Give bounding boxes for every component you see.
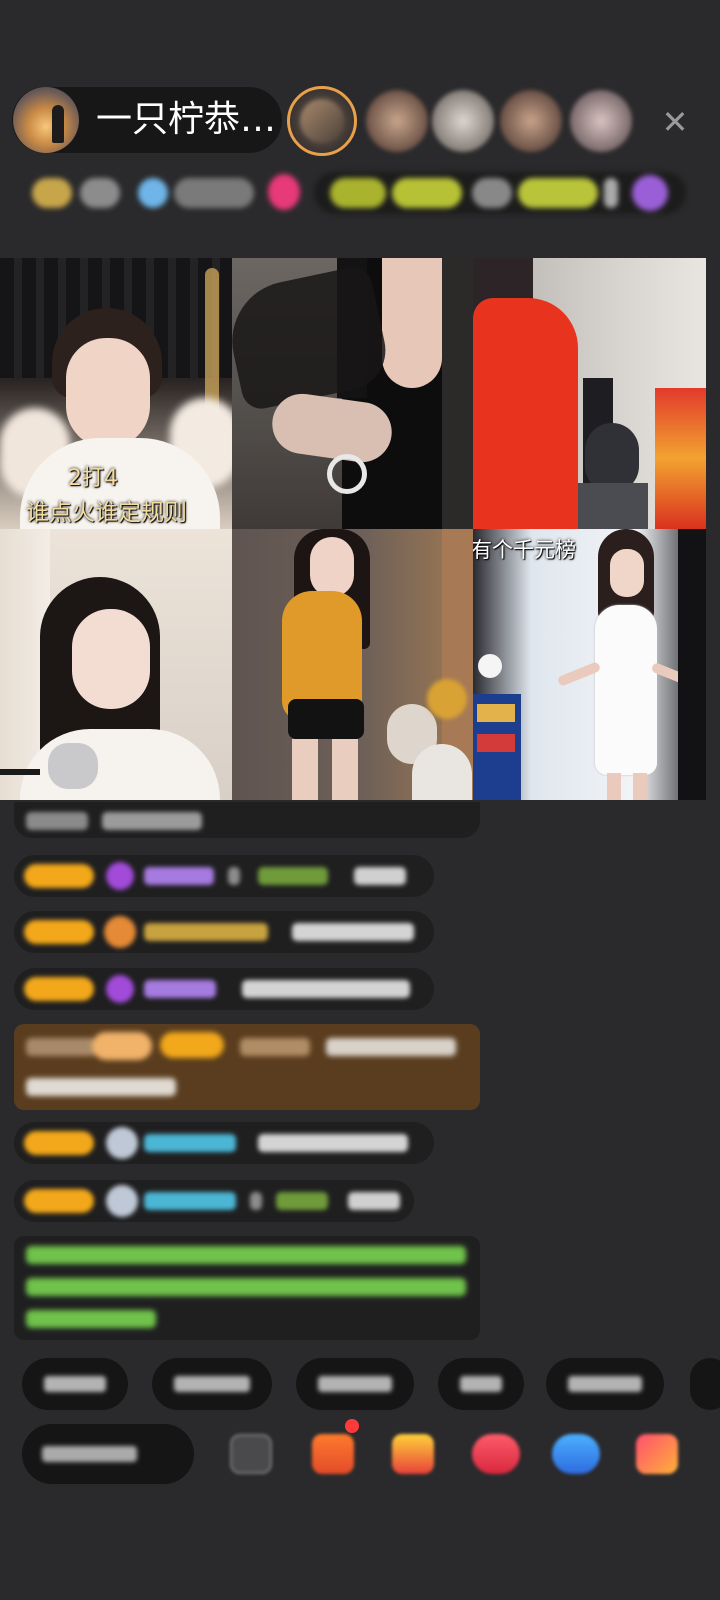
notification-dot: [345, 1419, 359, 1433]
close-icon[interactable]: ✕: [655, 102, 695, 142]
host-avatar[interactable]: [13, 87, 79, 153]
chat-message[interactable]: [14, 802, 480, 838]
video-tile-6[interactable]: 有个千元榜: [473, 529, 706, 800]
chat-message[interactable]: [14, 911, 434, 953]
more-icon[interactable]: [230, 1434, 272, 1474]
video-tile-3[interactable]: [473, 258, 706, 529]
video-tile-2[interactable]: [232, 258, 473, 529]
chat-message[interactable]: [14, 968, 434, 1010]
quick-reply-chip[interactable]: [22, 1358, 128, 1410]
grid-icon[interactable]: [636, 1434, 678, 1474]
lips-icon[interactable]: [472, 1434, 520, 1474]
gift-highlight-message[interactable]: [14, 1024, 480, 1110]
video-tile-4[interactable]: [0, 529, 232, 800]
quick-reply-chip[interactable]: [690, 1358, 720, 1410]
tile-caption-rule: 谁点火谁定规则: [26, 500, 187, 526]
chat-message[interactable]: [14, 855, 434, 897]
treasure-icon[interactable]: [392, 1434, 434, 1474]
quick-reply-chip[interactable]: [152, 1358, 272, 1410]
tile-caption-score: 2打4: [68, 466, 118, 491]
top-viewer-avatar[interactable]: [287, 86, 357, 156]
chat-input[interactable]: [22, 1424, 194, 1484]
game-icon[interactable]: [552, 1434, 600, 1474]
quick-reply-chip[interactable]: [296, 1358, 414, 1410]
video-tile-5[interactable]: [232, 529, 473, 800]
chat-message[interactable]: [14, 1180, 414, 1222]
chat-message[interactable]: [14, 1122, 434, 1164]
video-tile-1[interactable]: 2打4 谁点火谁定规则: [0, 258, 232, 529]
viewer-avatar[interactable]: [366, 90, 428, 152]
gift-box-icon[interactable]: [312, 1434, 354, 1474]
host-name[interactable]: 一只柠恭…: [96, 98, 276, 142]
multi-guest-video-grid: 2打4 谁点火谁定规则 有个千元榜: [0, 258, 706, 800]
viewer-avatar[interactable]: [432, 90, 494, 152]
quick-reply-chip[interactable]: [546, 1358, 664, 1410]
quick-reply-chip[interactable]: [438, 1358, 524, 1410]
tile-caption-ranking: 有个千元榜: [473, 538, 576, 562]
viewer-avatar[interactable]: [500, 90, 562, 152]
ranking-bar[interactable]: [14, 170, 686, 216]
system-notice-message: [14, 1236, 480, 1340]
viewer-avatar[interactable]: [570, 90, 632, 152]
